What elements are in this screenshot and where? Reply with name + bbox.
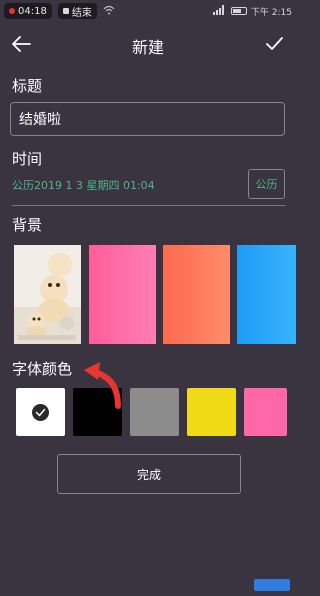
font-color-pink[interactable] (244, 388, 287, 436)
title-input-value: 结婚啦 (19, 112, 61, 128)
calendar-type-toggle[interactable]: 公历 (248, 169, 285, 199)
screen-record-indicator[interactable]: 04:18 (4, 3, 52, 19)
end-record-button[interactable]: 结束 (57, 3, 97, 19)
title-bar: 新建 (0, 28, 296, 60)
font-color-label: 字体颜色 (12, 360, 73, 378)
status-right-group: 下午 2:15 (212, 4, 292, 18)
page-title: 新建 (131, 38, 164, 57)
background-option-pink[interactable] (89, 245, 156, 344)
watermark-logo (254, 579, 290, 591)
title-input[interactable]: 结婚啦 (10, 102, 285, 136)
check-icon (266, 37, 283, 50)
end-record-label: 结束 (71, 7, 92, 19)
title-label: 标题 (12, 77, 43, 95)
record-time: 04:18 (18, 5, 47, 17)
font-color-gray[interactable] (130, 388, 179, 436)
background-option-salmon[interactable] (163, 245, 230, 344)
record-dot-icon (9, 8, 15, 14)
signal-icon (212, 4, 227, 18)
date-picker[interactable]: 公历2019 1 3 星期四 01:04 (12, 177, 155, 193)
background-option-photo[interactable] (14, 245, 81, 344)
stop-icon (62, 8, 69, 14)
status-clock: 下午 2:15 (250, 7, 292, 18)
time-label: 时间 (12, 150, 43, 168)
wifi-icon (103, 5, 115, 18)
font-color-white[interactable] (16, 388, 65, 436)
status-bar: 04:18 结束 下午 2:15 (0, 0, 296, 22)
done-button[interactable]: 完成 (57, 454, 241, 494)
selected-check-icon (32, 404, 49, 421)
background-label: 背景 (12, 216, 43, 234)
confirm-button[interactable] (262, 32, 286, 56)
dog-photo-image (14, 245, 81, 344)
font-color-yellow[interactable] (187, 388, 236, 436)
battery-icon (230, 7, 247, 15)
annotation-arrow-icon (82, 360, 126, 410)
background-option-blue[interactable] (237, 245, 296, 344)
divider (12, 205, 286, 206)
